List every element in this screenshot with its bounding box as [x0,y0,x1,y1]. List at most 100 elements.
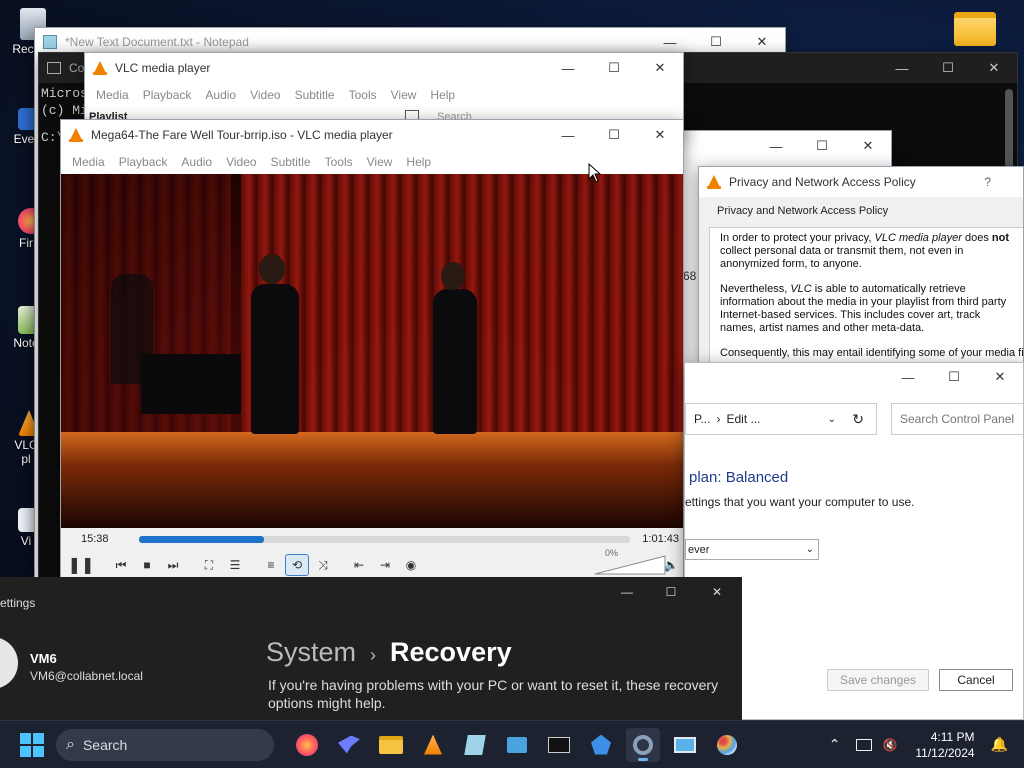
save-changes-button[interactable]: Save changes [827,669,929,691]
privacy-dialog[interactable]: Privacy and Network Access Policy ? Priv… [698,166,1024,366]
stop-button[interactable]: ■ [135,554,159,576]
volume-slider[interactable]: 0% [593,548,667,576]
menu-audio[interactable]: Audio [198,88,243,102]
maximize-button[interactable]: ☐ [591,53,637,83]
loop-button[interactable]: ⟲ [285,554,309,576]
menu-tools[interactable]: Tools [318,155,360,169]
clock[interactable]: 4:11 PM 11/12/2024 [915,729,974,761]
menu-playback[interactable]: Playback [112,155,175,169]
desktop-icon-label: Vi [20,534,32,548]
menu-subtitle[interactable]: Subtitle [264,155,318,169]
taskbar-terminal[interactable] [542,728,576,762]
maximize-button[interactable]: ☐ [591,120,637,150]
breadcrumb: System › Recovery [266,637,512,668]
menu-help[interactable]: Help [399,155,438,169]
taskbar-search[interactable]: ⌕ Search [56,728,274,761]
close-button[interactable]: ✕ [637,120,683,150]
settings-window[interactable]: ettings — ☐ ✕ VM6 VM6@collabnet.local Sy… [0,577,742,720]
minimize-button[interactable]: — [545,53,591,83]
cancel-button[interactable]: Cancel [939,669,1013,691]
display-icon[interactable] [856,738,873,751]
taskbar-hummingbird[interactable] [332,728,366,762]
maximize-button[interactable]: ☐ [799,131,845,161]
taskbar-vlc[interactable] [416,728,450,762]
help-button[interactable]: ? [984,175,991,189]
menu-view[interactable]: View [360,155,400,169]
extended-settings-button[interactable]: ☰ [223,554,247,576]
performer-head [441,262,465,290]
taskbar-network-app[interactable] [584,728,618,762]
breadcrumb-item[interactable]: Edit ... [726,412,760,426]
button-label: Cancel [957,673,995,687]
notification-bell-icon[interactable]: 🔔 [991,736,1008,753]
menu-subtitle[interactable]: Subtitle [288,88,342,102]
sleep-select[interactable]: ever ⌄ [685,539,819,560]
next-button[interactable]: ⏭ [161,554,185,576]
vlc-icon [69,128,83,142]
close-button[interactable]: ✕ [977,363,1023,391]
scrollbar[interactable] [1005,89,1013,169]
window-title: *New Text Document.txt - Notepad [65,35,249,49]
menu-view[interactable]: View [384,88,424,102]
close-button[interactable]: ✕ [702,585,732,599]
menu-tools[interactable]: Tools [342,88,384,102]
taskbar-app-window[interactable] [500,728,534,762]
chevron-down-icon[interactable]: ⌄ [828,414,836,425]
taskbar-firefox[interactable] [290,728,324,762]
time-total: 1:01:43 [642,533,679,545]
address-bar[interactable]: P... › Edit ... ⌄ ↻ [685,403,877,435]
folder-icon[interactable] [954,12,996,46]
chevron-up-icon[interactable]: ⌃ [829,736,841,753]
minimize-button[interactable]: — [545,120,591,150]
breadcrumb-item[interactable]: P... [694,412,710,426]
menu-video[interactable]: Video [243,88,287,102]
vlc-icon [424,734,442,755]
video-display[interactable] [61,174,683,528]
menu-audio[interactable]: Audio [174,155,219,169]
minimize-button[interactable]: — [612,585,642,599]
close-button[interactable]: ✕ [637,53,683,83]
frame-step-button[interactable]: ⇥ [373,554,397,576]
performer-figure [251,284,299,434]
taskbar-settings[interactable] [626,727,660,762]
playlist-button[interactable]: ≡ [259,554,283,576]
hummingbird-icon [338,735,360,754]
frame-back-button[interactable]: ⇤ [347,554,371,576]
taskbar: ⌕ Search ⌃ 🔇 4:11 PM 11/12/2024 🔔 [0,720,1024,768]
record-button[interactable]: ◉ [399,554,423,576]
pause-button[interactable]: ❚❚ [65,551,97,578]
taskbar-notepad[interactable] [458,728,492,762]
volume-icon[interactable]: 🔇 [882,738,897,752]
privacy-text: In order to protect your privacy, VLC me… [709,227,1024,365]
refresh-icon[interactable]: ↻ [852,411,864,428]
fullscreen-button[interactable]: ⛶ [197,554,221,576]
search-control-panel-input[interactable]: Search Control Panel [891,403,1023,435]
breadcrumb-parent[interactable]: System [266,637,356,668]
privacy-text: Consequently, this may entail identifyin… [720,347,1024,359]
start-button[interactable] [20,732,44,757]
menu-media[interactable]: Media [89,88,136,102]
page-title: Recovery [390,637,512,667]
menu-playback[interactable]: Playback [136,88,199,102]
minimize-button[interactable]: — [885,363,931,391]
close-button[interactable]: ✕ [971,53,1017,83]
seek-row: 15:38 1:01:43 [61,528,683,550]
maximize-button[interactable]: ☐ [925,53,971,83]
taskbar-paint[interactable] [710,728,744,762]
seek-bar[interactable] [138,535,631,543]
taskbar-file-explorer[interactable] [374,728,408,762]
shuffle-button[interactable]: ⤨ [311,554,335,576]
previous-button[interactable]: ⏮ [109,554,133,576]
minimize-button[interactable]: — [879,53,925,83]
menu-media[interactable]: Media [65,155,112,169]
menu-video[interactable]: Video [219,155,263,169]
minimize-button[interactable]: — [753,131,799,161]
maximize-button[interactable]: ☐ [656,585,686,599]
vlc-main-window[interactable]: Mega64-The Fare Well Tour-brrip.iso - VL… [60,119,684,579]
power-plan-subtext: ettings that you want your computer to u… [685,495,915,509]
close-button[interactable]: ✕ [845,131,891,161]
user-email: VM6@collabnet.local [30,669,143,683]
menu-help[interactable]: Help [423,88,462,102]
taskbar-remote-desktop[interactable] [668,728,702,762]
maximize-button[interactable]: ☐ [931,363,977,391]
